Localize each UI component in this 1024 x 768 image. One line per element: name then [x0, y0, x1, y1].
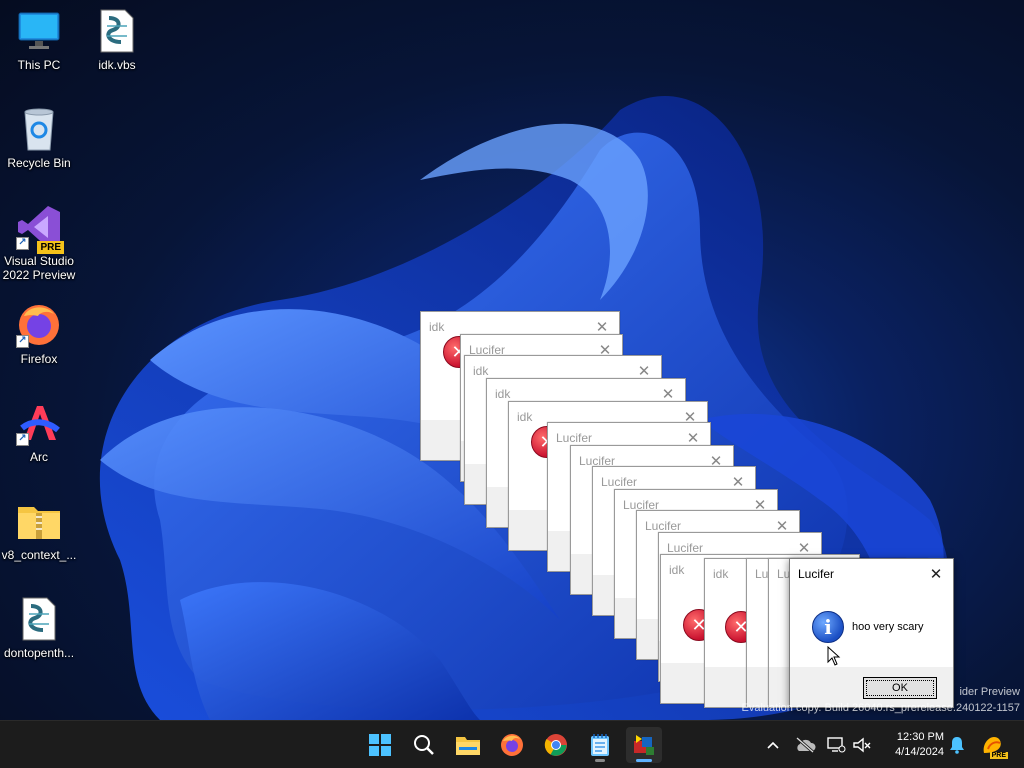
- desktop-icon-visual-studio[interactable]: PRE ↗ Visual Studio 2022 Preview: [0, 204, 78, 282]
- watermark-line-1: ider Preview: [959, 686, 1020, 698]
- clock-time: 12:30 PM: [896, 731, 944, 743]
- script-app-icon: [634, 735, 654, 755]
- mouse-cursor-icon: [827, 645, 841, 670]
- dialog-message: hoo very scary: [852, 621, 924, 633]
- desktop-icon-v8-context[interactable]: v8_context_...: [0, 498, 78, 562]
- watermark-line-2: Evaluation copy. Build 26040.rs_prerelea…: [741, 702, 1020, 714]
- chrome-icon: [544, 734, 567, 756]
- desktop-icon-label: Recycle Bin: [7, 156, 71, 170]
- desktop-icon-recycle-bin[interactable]: Recycle Bin: [0, 106, 78, 170]
- volume-tray-button[interactable]: [850, 721, 874, 768]
- close-icon[interactable]: ✕: [925, 563, 947, 585]
- volume-muted-icon: [853, 737, 871, 753]
- windows-logo-icon: [369, 734, 391, 756]
- active-indicator: [636, 759, 652, 762]
- dialog-title: idk: [495, 387, 511, 401]
- copilot-button[interactable]: PRE: [976, 721, 1010, 768]
- monitor-icon: [16, 8, 62, 54]
- desktop-icon-label: Arc: [30, 450, 48, 464]
- bell-icon: [950, 737, 964, 754]
- zip-folder-icon: [16, 498, 62, 544]
- vbs-script-icon: [16, 596, 62, 642]
- dialog-title: idk: [473, 364, 489, 378]
- search-icon: [414, 735, 434, 755]
- search-button[interactable]: [406, 727, 442, 763]
- chevron-up-icon: [767, 741, 779, 749]
- onedrive-tray-button[interactable]: [792, 721, 818, 768]
- desktop-icon-label: This PC: [17, 58, 61, 72]
- pre-badge: PRE: [989, 752, 1008, 759]
- desktop-icon-label: v8_context_...: [1, 548, 77, 562]
- desktop-icon-arc[interactable]: ↗ Arc: [0, 400, 78, 464]
- shortcut-arrow-icon: ↗: [16, 335, 29, 348]
- info-icon: i: [812, 611, 844, 643]
- dialog-title: Lucifer: [645, 519, 682, 533]
- firefox-icon: [501, 734, 523, 756]
- desktop-icon-firefox[interactable]: ↗ Firefox: [0, 302, 78, 366]
- taskbar-firefox[interactable]: [494, 727, 530, 763]
- folder-icon: [456, 737, 480, 755]
- show-hidden-icons-button[interactable]: [762, 721, 784, 768]
- dialog-title: Lucifer: [667, 541, 704, 555]
- taskbar-clock[interactable]: 12:30 PM 4/14/2024: [895, 730, 944, 760]
- firefox-icon: ↗: [16, 302, 62, 348]
- taskbar-notepad[interactable]: [582, 727, 618, 763]
- taskbar-file-explorer[interactable]: [450, 727, 486, 763]
- taskbar: 12:30 PM 4/14/2024 PRE: [0, 720, 1024, 768]
- notifications-button[interactable]: [946, 721, 968, 768]
- notepad-icon: [591, 734, 609, 756]
- taskbar-chrome[interactable]: [538, 727, 574, 763]
- dialog-title: Lucifer: [798, 567, 835, 581]
- network-tray-button[interactable]: [824, 721, 848, 768]
- dialog-title: Lucifer: [556, 431, 593, 445]
- vbs-script-icon: [94, 8, 140, 54]
- visual-studio-icon: PRE ↗: [16, 204, 64, 254]
- dialog-title: idk: [429, 320, 445, 334]
- dialog-title: idk: [517, 410, 533, 424]
- dialog-title: Lu: [755, 567, 769, 581]
- taskbar-script-host[interactable]: [626, 727, 662, 763]
- active-message-dialog[interactable]: Lucifer ✕ i hoo very scary OK: [789, 558, 954, 708]
- desktop-icon-this-pc[interactable]: This PC: [0, 8, 78, 72]
- dialog-title: idk: [713, 567, 729, 581]
- pre-badge: PRE: [37, 241, 64, 254]
- desktop-icon-label: Visual Studio 2022 Preview: [2, 254, 76, 282]
- ok-button[interactable]: OK: [863, 677, 937, 699]
- desktop-icon-label: Firefox: [20, 352, 58, 366]
- desktop-icon-label: dontopenth...: [3, 646, 75, 660]
- shortcut-arrow-icon: ↗: [16, 433, 29, 446]
- dialog-title: Lucifer: [601, 475, 638, 489]
- network-icon: [827, 737, 846, 753]
- recycle-bin-icon: [16, 106, 62, 152]
- cloud-offline-icon: [796, 737, 816, 753]
- desktop-icon-label: idk.vbs: [98, 58, 136, 72]
- desktop-icon-idk-vbs[interactable]: idk.vbs: [78, 8, 156, 72]
- dialog-title: idk: [669, 563, 685, 577]
- shortcut-arrow-icon: ↗: [16, 237, 29, 250]
- dialog-titlebar[interactable]: Lucifer ✕: [790, 559, 953, 589]
- arc-icon: ↗: [16, 400, 62, 446]
- start-button[interactable]: [362, 727, 398, 763]
- running-indicator: [595, 759, 605, 762]
- clock-date: 4/14/2024: [895, 746, 944, 758]
- desktop-icon-dontopenth[interactable]: dontopenth...: [0, 596, 78, 660]
